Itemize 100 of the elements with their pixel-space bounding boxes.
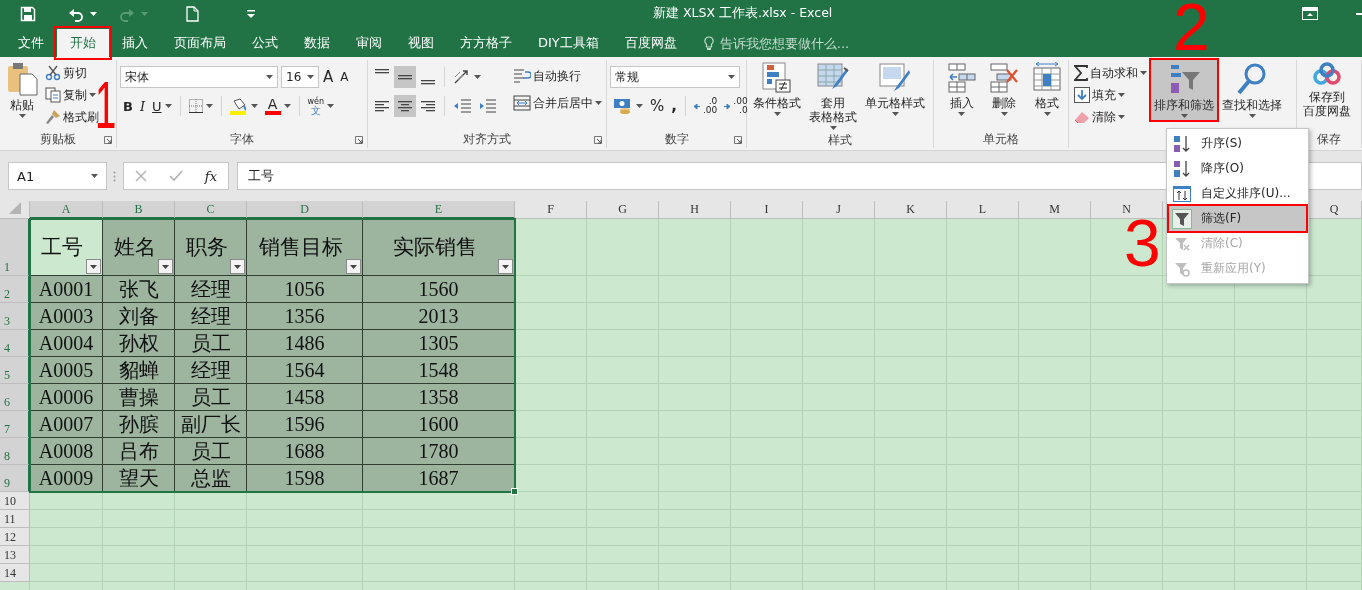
column-header[interactable]: H bbox=[659, 201, 731, 219]
caret-icon bbox=[636, 104, 643, 108]
increase-font-button[interactable]: A bbox=[320, 66, 337, 88]
ribbon-tab[interactable]: 审阅 bbox=[343, 29, 395, 57]
dialog-launcher-icon[interactable] bbox=[355, 136, 363, 144]
column-header[interactable]: K bbox=[875, 201, 947, 219]
autosum-button[interactable]: 自动求和 bbox=[1072, 62, 1149, 84]
column-header[interactable]: Q bbox=[1307, 201, 1362, 219]
row-header[interactable]: 14 bbox=[0, 564, 30, 582]
merge-center-button[interactable]: 合并后居中 bbox=[511, 92, 604, 114]
ribbon-tab[interactable]: 方方格子 bbox=[447, 29, 525, 57]
underline-button[interactable]: U bbox=[149, 95, 175, 117]
column-header[interactable]: I bbox=[731, 201, 803, 219]
ribbon-display-icon[interactable] bbox=[1302, 7, 1318, 20]
ribbon-tab[interactable]: 页面布局 bbox=[161, 29, 239, 57]
row-header[interactable]: 10 bbox=[0, 492, 30, 510]
customize-icon[interactable] bbox=[247, 9, 255, 18]
column-header[interactable]: M bbox=[1019, 201, 1091, 219]
row-header[interactable]: 4 bbox=[0, 330, 30, 357]
name-box[interactable]: A1 bbox=[8, 162, 107, 190]
row-header[interactable]: 13 bbox=[0, 546, 30, 564]
number-format-dropdown[interactable]: 常规 bbox=[610, 66, 740, 88]
column-header[interactable]: B bbox=[103, 201, 175, 219]
format-cells-button[interactable]: 格式 bbox=[1029, 60, 1065, 118]
ribbon-tab[interactable]: 公式 bbox=[239, 29, 291, 57]
row-header[interactable]: 7 bbox=[0, 411, 30, 438]
italic-button[interactable]: I bbox=[136, 95, 149, 117]
font-size-dropdown[interactable]: 16 bbox=[281, 66, 319, 88]
filter-dropdown-button[interactable] bbox=[158, 259, 173, 274]
row-header[interactable]: 9 bbox=[0, 465, 30, 492]
ribbon-tab[interactable]: 数据 bbox=[291, 29, 343, 57]
row-header[interactable]: 3 bbox=[0, 303, 30, 330]
conditional-format-button[interactable]: 条件格式 bbox=[750, 60, 804, 118]
dialog-launcher-icon[interactable] bbox=[734, 136, 742, 144]
filter-dropdown-button[interactable] bbox=[346, 259, 361, 274]
filter-dropdown-button[interactable] bbox=[86, 259, 101, 274]
percent-button[interactable]: % bbox=[647, 95, 668, 117]
delete-cells-button[interactable]: 删除 bbox=[986, 60, 1023, 118]
column-header[interactable]: F bbox=[515, 201, 587, 219]
wrap-text-button[interactable]: 自动换行 bbox=[511, 65, 604, 87]
insert-cells-icon bbox=[946, 62, 977, 94]
save-icon[interactable] bbox=[20, 5, 36, 22]
menu-item[interactable]: 升序(S) bbox=[1169, 131, 1306, 156]
column-header[interactable]: C bbox=[175, 201, 247, 219]
sort-filter-button[interactable]: 排序和筛选 bbox=[1151, 60, 1217, 120]
row-header[interactable]: 8 bbox=[0, 438, 30, 465]
insert-function-button[interactable]: fx bbox=[204, 168, 217, 184]
comma-button[interactable]: , bbox=[668, 95, 680, 117]
ribbon-tab[interactable]: 插入 bbox=[109, 29, 161, 57]
decrease-decimal-button[interactable]: .00 .0 bbox=[721, 95, 751, 117]
header-cell[interactable]: 销售目标 bbox=[247, 219, 363, 276]
increase-decimal-button[interactable]: .0 .00 bbox=[690, 95, 721, 117]
phonetic-button[interactable]: wén 文 bbox=[304, 95, 338, 117]
row-header[interactable]: 1 bbox=[0, 219, 30, 276]
new-document-icon[interactable] bbox=[186, 5, 199, 22]
header-cell[interactable]: 姓名 bbox=[103, 219, 175, 276]
paste-button[interactable]: 粘贴 bbox=[3, 60, 41, 120]
filter-dropdown-button[interactable] bbox=[498, 259, 513, 274]
menu-item[interactable]: 筛选(F) bbox=[1169, 206, 1306, 231]
cut-button[interactable]: 剪切 bbox=[43, 62, 101, 84]
ribbon-tab[interactable]: DIY工具箱 bbox=[525, 29, 612, 57]
header-cell[interactable]: 实际销售 bbox=[363, 219, 515, 276]
filter-dropdown-button[interactable] bbox=[230, 259, 245, 274]
row-header[interactable]: 6 bbox=[0, 384, 30, 411]
clear-button[interactable]: 清除 bbox=[1072, 106, 1149, 128]
row-header[interactable]: 2 bbox=[0, 276, 30, 303]
bold-button[interactable]: B bbox=[120, 95, 136, 117]
row-header[interactable]: 12 bbox=[0, 528, 30, 546]
decrease-font-button[interactable]: A bbox=[337, 66, 352, 88]
column-header[interactable]: N bbox=[1091, 201, 1163, 219]
find-select-button[interactable]: 查找和选择 bbox=[1219, 60, 1285, 120]
column-header[interactable]: E bbox=[363, 201, 515, 219]
ribbon-tab[interactable]: 百度网盘 bbox=[611, 29, 690, 57]
insert-cells-button[interactable]: 插入 bbox=[943, 60, 980, 118]
header-cell[interactable]: 工号 bbox=[30, 219, 103, 276]
ribbon-tab[interactable]: 文件 bbox=[5, 29, 57, 57]
save-to-cloud-button[interactable]: 保存到 百度网盘 bbox=[1300, 60, 1354, 120]
row-header[interactable]: 5 bbox=[0, 357, 30, 384]
horizontal-align-button[interactable] bbox=[394, 95, 416, 117]
row-header[interactable]: 11 bbox=[0, 510, 30, 528]
header-cell[interactable]: 职务 bbox=[175, 219, 247, 276]
cell-styles-button[interactable]: 单元格样式 bbox=[862, 60, 928, 118]
column-header[interactable]: D bbox=[247, 201, 363, 219]
font-color-button[interactable]: A bbox=[261, 95, 294, 117]
minimize-icon[interactable] bbox=[1356, 12, 1362, 15]
column-header[interactable]: L bbox=[947, 201, 1019, 219]
tell-me-field[interactable]: 告诉我您想要做什么... bbox=[717, 34, 872, 52]
ribbon-tab[interactable]: 视图 bbox=[395, 29, 447, 57]
vertical-align-button[interactable] bbox=[394, 66, 416, 88]
ribbon-tab[interactable]: 开始 bbox=[57, 29, 109, 57]
fill-button[interactable]: 填充 bbox=[1072, 84, 1149, 106]
caret-icon bbox=[891, 112, 899, 116]
dialog-launcher-icon[interactable] bbox=[104, 136, 112, 144]
fill-handle[interactable] bbox=[511, 488, 518, 495]
column-header[interactable]: J bbox=[803, 201, 875, 219]
format-as-table-button[interactable]: 套用 表格格式 bbox=[806, 60, 860, 132]
column-header[interactable]: G bbox=[587, 201, 659, 219]
font-name-dropdown[interactable]: 宋体 bbox=[120, 66, 278, 88]
dialog-launcher-icon[interactable] bbox=[594, 136, 602, 144]
column-header[interactable]: A bbox=[30, 201, 103, 219]
